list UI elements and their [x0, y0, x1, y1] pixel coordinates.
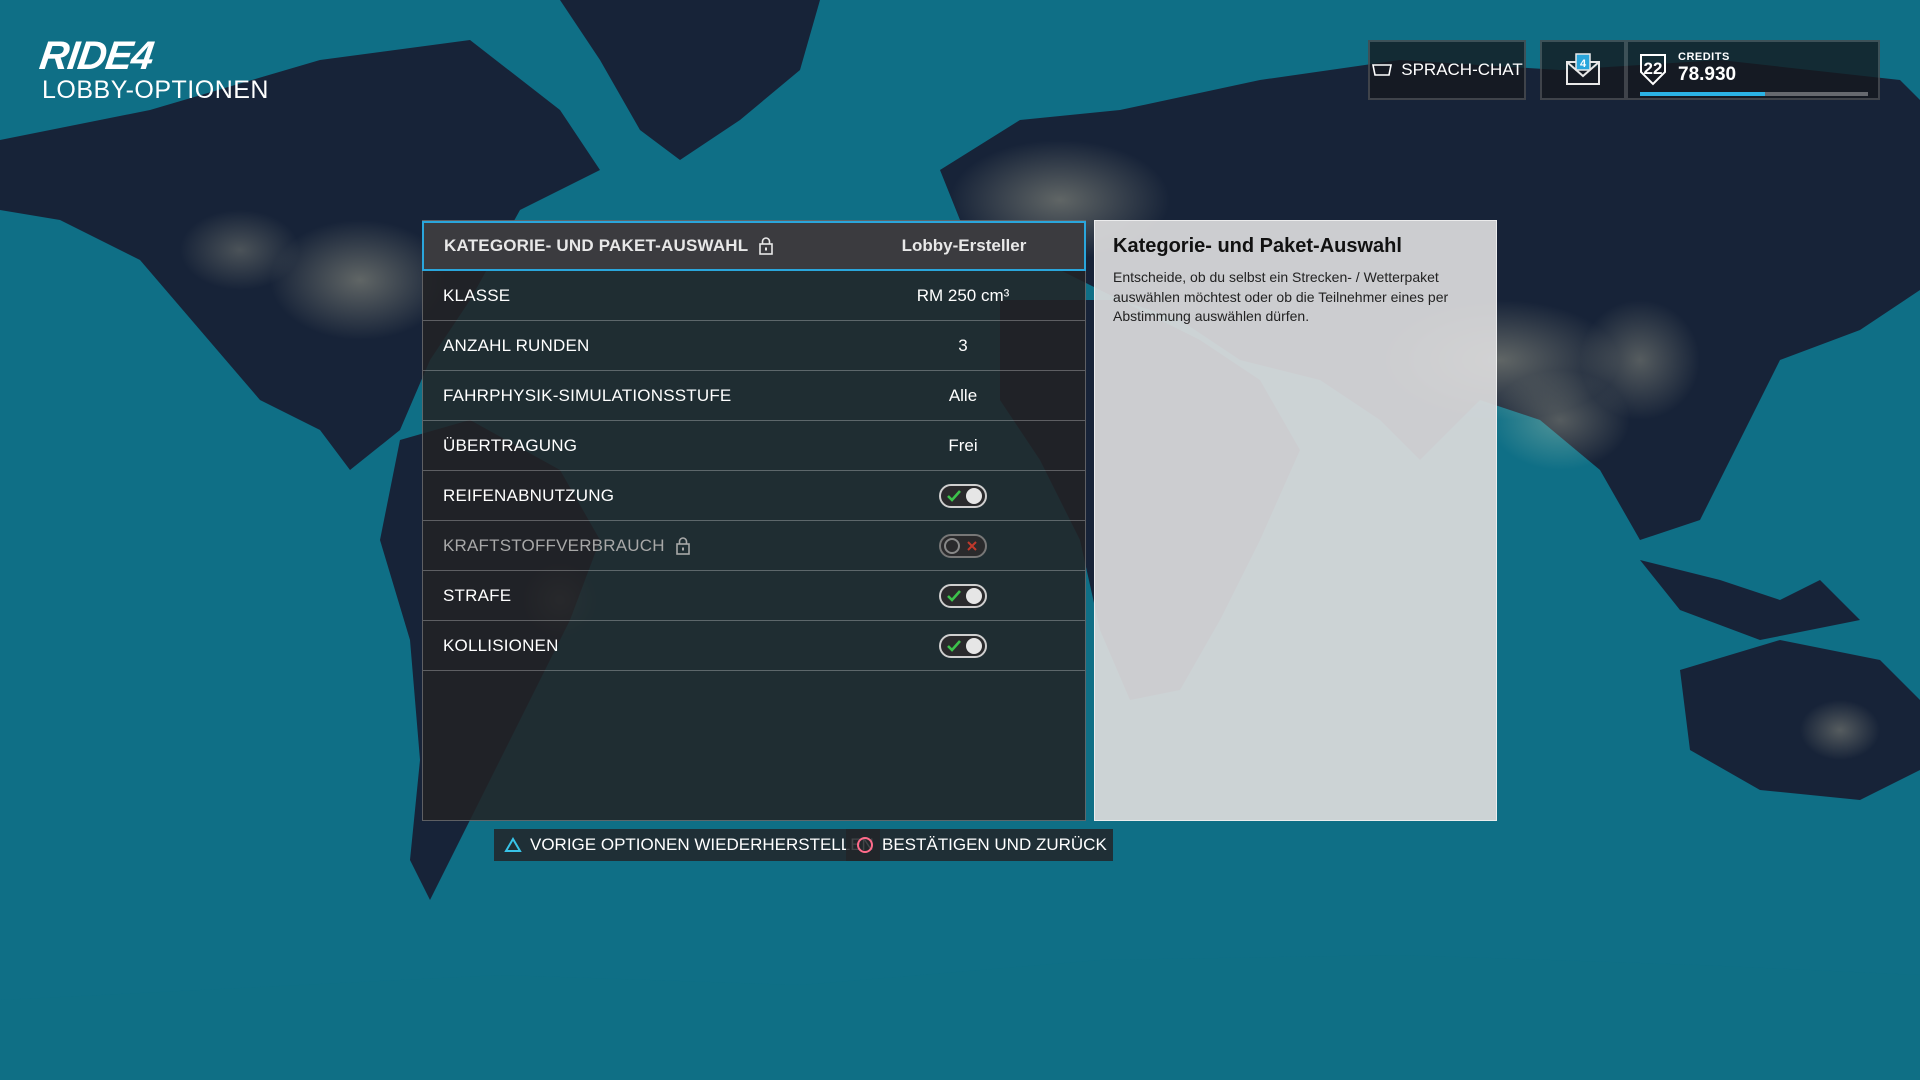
level-badge: 22	[1638, 52, 1668, 86]
option-row[interactable]: ANZAHL RUNDEN 3	[423, 321, 1085, 371]
option-row[interactable]: STRAFE	[423, 571, 1085, 621]
option-value: Alle	[948, 385, 978, 405]
confirm-and-back-button[interactable]: BESTÄTIGEN UND ZURÜCK	[846, 829, 1113, 861]
option-label-text: KATEGORIE- UND PAKET-AUSWAHL	[444, 236, 749, 255]
option-label: ÜBERTRAGUNG	[443, 436, 577, 456]
checkmark-icon	[947, 639, 961, 652]
lock-icon	[675, 536, 690, 555]
option-row[interactable]: REIFENABNUTZUNG	[423, 471, 1085, 521]
voice-chat-button[interactable]: SPRACH-CHAT	[1368, 40, 1526, 100]
toggle-knob	[944, 537, 960, 554]
lobby-options-list: KATEGORIE- UND PAKET-AUSWAHL Lobby-Erstel…	[422, 220, 1086, 821]
option-toggle[interactable]	[939, 583, 987, 608]
mail-icon: 4	[1566, 53, 1600, 85]
credits-label: CREDITS	[1678, 51, 1730, 63]
headset-icon	[1372, 64, 1393, 76]
lock-icon	[759, 237, 774, 255]
description-panel: Kategorie- und Paket-Auswahl Entscheide,…	[1094, 220, 1497, 821]
option-label: KLASSE	[443, 286, 510, 306]
option-label: KRAFTSTOFFVERBRAUCH	[443, 536, 691, 556]
option-label-text: KLASSE	[443, 285, 511, 305]
toggle-knob	[966, 487, 982, 504]
game-logo: RIDE4	[36, 34, 156, 78]
option-label: STRAFE	[443, 586, 511, 606]
level-number: 22	[1643, 59, 1663, 78]
option-label-text: ÜBERTRAGUNG	[443, 435, 578, 455]
credits-value: 78.930	[1678, 64, 1737, 85]
option-value: Lobby-Ersteller	[901, 236, 1027, 255]
toggle-knob	[966, 587, 982, 604]
option-row[interactable]: FAHRPHYSIK-SIMULATIONSSTUFE Alle	[423, 371, 1085, 421]
cross-icon	[967, 540, 977, 551]
option-label-text: FAHRPHYSIK-SIMULATIONSSTUFE	[443, 385, 732, 405]
triangle-button-icon	[504, 837, 522, 852]
xp-progress-fill	[1640, 92, 1766, 96]
confirm-label: BESTÄTIGEN UND ZURÜCK	[882, 835, 1107, 854]
circle-button-icon	[857, 837, 873, 853]
option-label-text: ANZAHL RUNDEN	[443, 335, 590, 355]
page-title: LOBBY-OPTIONEN	[42, 76, 269, 104]
option-toggle	[939, 533, 987, 558]
option-toggle[interactable]	[939, 633, 987, 658]
option-label: ANZAHL RUNDEN	[443, 336, 590, 356]
mail-button[interactable]: 4	[1540, 40, 1626, 100]
option-label: REIFENABNUTZUNG	[443, 486, 614, 506]
option-row[interactable]: KOLLISIONEN	[423, 621, 1085, 671]
option-value: Frei	[948, 435, 978, 455]
mail-count: 4	[1580, 58, 1587, 70]
restore-previous-options-button[interactable]: VORIGE OPTIONEN WIEDERHERSTELLEN	[494, 829, 880, 861]
option-label-text: STRAFE	[443, 585, 512, 605]
restore-label: VORIGE OPTIONEN WIEDERHERSTELLEN	[530, 835, 874, 854]
credits-panel: 22 CREDITS 78.930	[1626, 40, 1880, 100]
description-text: Entscheide, ob du selbst ein Strecken- /…	[1113, 269, 1449, 324]
option-value: 3	[958, 335, 968, 355]
checkmark-icon	[947, 589, 961, 602]
checkmark-icon	[947, 489, 961, 502]
option-row: KRAFTSTOFFVERBRAUCH	[423, 521, 1085, 571]
option-row[interactable]: KLASSE RM 250 cm³	[423, 271, 1085, 321]
option-row[interactable]: KATEGORIE- UND PAKET-AUSWAHL Lobby-Erstel…	[422, 221, 1086, 271]
xp-progress-bar	[1640, 92, 1868, 96]
option-toggle[interactable]	[939, 483, 987, 508]
voice-chat-label: SPRACH-CHAT	[1401, 60, 1523, 79]
option-label-text: REIFENABNUTZUNG	[443, 485, 615, 505]
description-title: Kategorie- und Paket-Auswahl	[1113, 235, 1402, 257]
toggle-knob	[966, 637, 982, 654]
option-label: KOLLISIONEN	[443, 636, 559, 656]
option-label: KATEGORIE- UND PAKET-AUSWAHL	[444, 236, 774, 256]
option-label-text: KRAFTSTOFFVERBRAUCH	[443, 535, 665, 555]
option-label-text: KOLLISIONEN	[443, 635, 559, 655]
option-row[interactable]: ÜBERTRAGUNG Frei	[423, 421, 1085, 471]
option-value: RM 250 cm³	[916, 285, 1010, 305]
option-label: FAHRPHYSIK-SIMULATIONSSTUFE	[443, 386, 731, 406]
